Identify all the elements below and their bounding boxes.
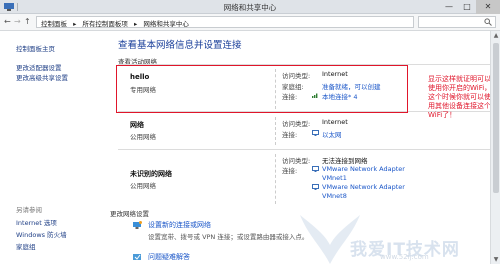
access-type-label: 访问类型:: [282, 120, 311, 128]
sidebar-link-adapter[interactable]: 更改适配器设置: [16, 62, 62, 72]
title-bar: 网络和共享中心 — □ ✕: [0, 0, 500, 14]
network-name: 网络: [130, 121, 144, 129]
forward-arrow-icon[interactable]: →: [14, 17, 21, 26]
breadcrumb: 控制面板 ▸ 所有控制面板项 ▸ 网络和共享中心: [41, 18, 193, 28]
sidebar-link-sharing[interactable]: 更改高级共享设置: [16, 72, 68, 82]
breadcrumb-control-panel[interactable]: 控制面板: [41, 20, 67, 28]
sidebar: 控制面板主页 更改适配器设置 更改高级共享设置 另请参阅 Internet 选项…: [0, 31, 110, 264]
breadcrumb-all-items[interactable]: 所有控制面板项: [82, 20, 128, 28]
troubleshoot-link[interactable]: 问题疑难解答: [148, 252, 190, 262]
column-divider: [275, 154, 276, 204]
scroll-thumb[interactable]: [493, 43, 499, 193]
change-settings-label: 更改网络设置: [110, 210, 149, 218]
network-adapter-icon: [312, 184, 319, 190]
maximize-button[interactable]: □: [458, 0, 476, 14]
network-adapter-icon: [312, 166, 319, 172]
annotation-text: 显示这样就证明可以使用你开启的WiFi，这个时候你就可以使用其他设备连接这个Wi…: [428, 75, 492, 119]
connection-label: 连接:: [282, 167, 298, 175]
access-type-value: Internet: [322, 118, 348, 126]
new-connection-link[interactable]: 设置新的连接或网络: [148, 220, 211, 230]
scroll-up-icon[interactable]: ▲: [492, 32, 500, 39]
breadcrumb-separator: ▸: [134, 20, 138, 28]
divider: [118, 149, 490, 150]
highlight-box: [116, 65, 408, 113]
address-input[interactable]: 控制面板 ▸ 所有控制面板项 ▸ 网络和共享中心: [36, 16, 414, 28]
new-connection-desc: 设置宽带、拨号或 VPN 连接；或设置路由器或接入点。: [148, 233, 309, 241]
access-type-label: 访问类型:: [282, 157, 311, 165]
ethernet-icon: [312, 130, 319, 136]
see-also-heading: 另请参阅: [16, 206, 42, 214]
sidebar-link-internet-options[interactable]: Internet 选项: [16, 217, 57, 227]
troubleshoot-icon: [133, 254, 141, 260]
address-bar: ← → ↑ 控制面板 ▸ 所有控制面板项 ▸ 网络和共享中心: [0, 14, 500, 31]
search-input[interactable]: [418, 16, 496, 28]
connection-link[interactable]: 以太网: [322, 129, 342, 139]
sidebar-link-homegroup[interactable]: 家庭组: [16, 241, 36, 251]
sidebar-link-home[interactable]: 控制面板主页: [16, 43, 55, 53]
network-type[interactable]: 公用网络: [130, 131, 156, 141]
page-title: 查看基本网络信息并设置连接: [118, 40, 242, 51]
network-name: 未识别的网络: [130, 170, 172, 178]
watermark-url: www.52ij.com: [380, 253, 429, 261]
breadcrumb-network-center[interactable]: 网络和共享中心: [143, 20, 189, 28]
back-arrow-icon[interactable]: ←: [4, 17, 11, 26]
connection-link-vmnet1-name[interactable]: VMnet1: [322, 174, 347, 182]
minimize-button[interactable]: —: [440, 0, 458, 14]
watermark: 我爱IT技术网 www.52ij.com: [300, 205, 500, 264]
breadcrumb-separator: ▸: [73, 20, 77, 28]
connection-link-vmnet1[interactable]: VMware Network Adapter: [322, 165, 405, 173]
connection-label: 连接:: [282, 131, 298, 139]
connection-link-vmnet8[interactable]: VMware Network Adapter: [322, 183, 405, 191]
connection-link-vmnet8-name[interactable]: VMnet8: [322, 192, 347, 200]
new-connection-icon: [133, 221, 142, 229]
search-icon[interactable]: [484, 18, 492, 26]
up-arrow-icon[interactable]: ↑: [24, 17, 31, 26]
close-button[interactable]: ✕: [476, 0, 500, 14]
network-type[interactable]: 公用网络: [130, 180, 156, 190]
column-divider: [275, 117, 276, 145]
access-type-value: 无法连接到网络: [322, 157, 368, 165]
sidebar-link-firewall[interactable]: Windows 防火墙: [16, 229, 67, 239]
window-title: 网络和共享中心: [223, 3, 277, 12]
